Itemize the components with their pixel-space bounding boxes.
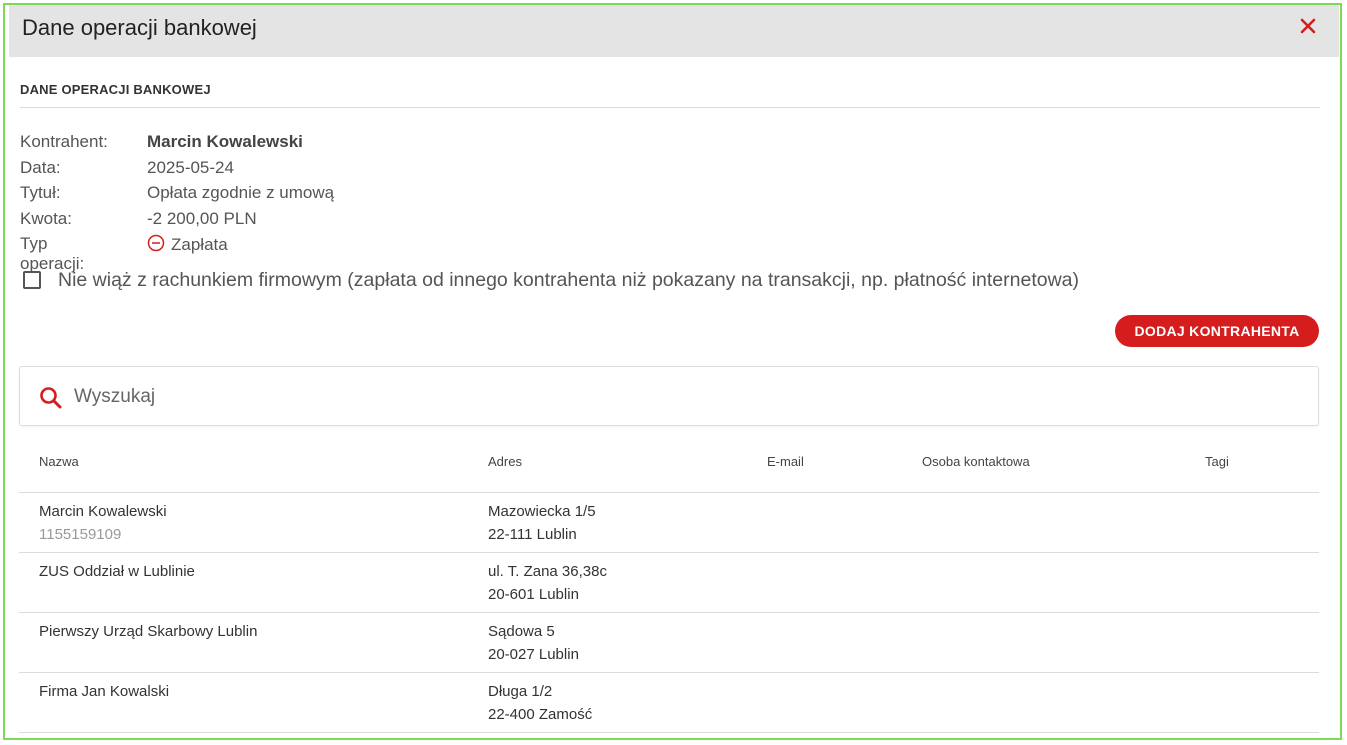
row-address-line1: ul. T. Zana 36,38c — [488, 563, 607, 580]
section-divider — [20, 107, 1320, 108]
row-address-line2: 20-601 Lublin — [488, 586, 579, 603]
row-address-line1: Mazowiecka 1/5 — [488, 503, 596, 520]
data-label: Data: — [20, 157, 61, 177]
typ-value-wrap: Zapłata — [147, 234, 228, 257]
search-box — [19, 366, 1319, 426]
row-tax-id: 1155159109 — [39, 526, 122, 543]
unlink-company-account-row: Nie wiąż z rachunkiem firmowym (zapłata … — [23, 267, 1079, 293]
column-header-email[interactable]: E-mail — [767, 454, 804, 469]
row-address-cell: Mazowiecka 1/5 22-111 Lublin — [488, 500, 596, 546]
row-address-line1: Długa 1/2 — [488, 683, 553, 700]
table-header: Nazwa Adres E-mail Osoba kontaktowa Tagi — [19, 437, 1319, 493]
row-name-cell: Firma Jan Kowalski — [39, 680, 169, 703]
row-name: ZUS Oddział w Lublinie — [39, 563, 195, 580]
typ-value: Zapłata — [171, 235, 228, 254]
table-row[interactable]: ZUS Oddział w Lublinie ul. T. Zana 36,38… — [19, 553, 1319, 613]
row-name-cell: Pierwszy Urząd Skarbowy Lublin — [39, 620, 257, 643]
row-name-cell: Marcin Kowalewski 1155159109 — [39, 500, 167, 546]
column-header-tagi[interactable]: Tagi — [1205, 454, 1229, 469]
tytul-value: Opłata zgodnie z umową — [147, 183, 335, 202]
section-title: DANE OPERACJI BANKOWEJ — [20, 82, 211, 97]
kontrahent-value: Marcin Kowalewski — [147, 132, 303, 151]
row-address-line2: 22-400 Zamość — [488, 706, 593, 723]
table-row[interactable]: Firma Jan Kowalski Długa 1/2 22-400 Zamo… — [19, 673, 1319, 733]
table-row[interactable]: Marcin Kowalewski 1155159109 Mazowiecka … — [19, 493, 1319, 553]
close-icon[interactable] — [1297, 15, 1319, 37]
row-name-cell: ZUS Oddział w Lublinie — [39, 560, 195, 583]
search-input[interactable] — [72, 381, 1276, 413]
row-name: Firma Jan Kowalski — [39, 683, 170, 700]
kwota-label: Kwota: — [20, 208, 72, 228]
kwota-value: -2 200,00 PLN — [147, 208, 257, 228]
row-address-cell: Sądowa 5 20-027 Lublin — [488, 620, 579, 666]
row-address-line1: Sądowa 5 — [488, 623, 555, 640]
dialog-title: Dane operacji bankowej — [22, 15, 257, 40]
unlink-company-account-label[interactable]: Nie wiąż z rachunkiem firmowym (zapłata … — [58, 269, 1079, 292]
minus-circle-icon — [147, 234, 165, 257]
dialog-header: Dane operacji bankowej — [9, 5, 1339, 57]
data-value: 2025-05-24 — [147, 157, 234, 177]
row-address-line2: 22-111 Lublin — [488, 526, 577, 543]
row-address-cell: ul. T. Zana 36,38c 20-601 Lublin — [488, 560, 607, 606]
row-name: Pierwszy Urząd Skarbowy Lublin — [39, 623, 258, 640]
column-header-nazwa[interactable]: Nazwa — [39, 454, 79, 469]
unlink-company-account-checkbox[interactable] — [23, 271, 41, 289]
column-header-adres[interactable]: Adres — [488, 454, 522, 469]
column-header-osoba-kontaktowa[interactable]: Osoba kontaktowa — [922, 454, 1030, 469]
contractors-table: Nazwa Adres E-mail Osoba kontaktowa Tagi… — [19, 437, 1319, 733]
tytul-label: Tytuł: — [20, 183, 61, 202]
row-address-cell: Długa 1/2 22-400 Zamość — [488, 680, 592, 726]
add-contractor-button[interactable]: DODAJ KONTRAHENTA — [1115, 315, 1319, 347]
kontrahent-label: Kontrahent: — [20, 132, 108, 151]
dialog: Dane operacji bankowej DANE OPERACJI BAN… — [3, 3, 1342, 740]
search-icon — [39, 386, 63, 415]
row-address-line2: 20-027 Lublin — [488, 646, 579, 663]
row-name: Marcin Kowalewski — [39, 503, 167, 520]
table-row[interactable]: Pierwszy Urząd Skarbowy Lublin Sądowa 5 … — [19, 613, 1319, 673]
